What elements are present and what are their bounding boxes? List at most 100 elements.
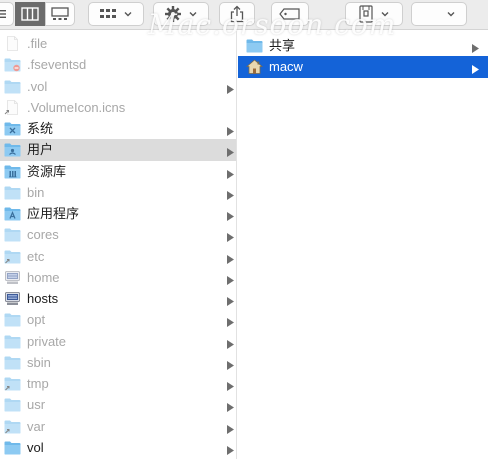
list-item-label: .fseventsd bbox=[27, 57, 87, 73]
group-menu-button[interactable] bbox=[88, 2, 144, 26]
disclosure-arrow-icon bbox=[227, 82, 234, 94]
home-icon bbox=[245, 59, 264, 75]
archive-icon bbox=[359, 5, 373, 23]
browser-column-root[interactable]: .file .fseventsd .vol .VolumeIcon.icns 系统用户资… bbox=[0, 31, 237, 459]
list-item[interactable]: tmp bbox=[0, 373, 236, 394]
alias-folder-icon bbox=[4, 249, 21, 264]
browser-column-users[interactable]: 共享 macw bbox=[238, 31, 488, 459]
list-item-label: var bbox=[27, 418, 46, 434]
network-drive-icon bbox=[4, 291, 21, 306]
list-item-label: usr bbox=[27, 397, 46, 413]
list-item-label: 资源库 bbox=[27, 163, 67, 179]
list-item-label: vol bbox=[27, 439, 44, 455]
list-item[interactable]: 系统 bbox=[0, 118, 236, 139]
grid-icon bbox=[100, 9, 116, 18]
list-item-label: private bbox=[27, 333, 67, 349]
list-item-label: macw bbox=[269, 59, 303, 75]
list-item-label: 应用程序 bbox=[27, 206, 80, 221]
action-menu-button[interactable] bbox=[153, 2, 209, 26]
list-item-label: etc bbox=[27, 248, 45, 264]
encrypt-menu-button[interactable] bbox=[345, 2, 403, 26]
folder-icon bbox=[4, 185, 21, 200]
applications-folder-icon bbox=[4, 206, 21, 221]
disclosure-arrow-icon bbox=[227, 422, 234, 434]
tag-button[interactable] bbox=[271, 2, 309, 26]
list-item[interactable]: vol bbox=[0, 437, 236, 458]
list-item-label: cores bbox=[27, 227, 59, 243]
list-item-label: hosts bbox=[27, 291, 59, 306]
column-view-icon bbox=[21, 7, 39, 21]
tag-icon bbox=[279, 8, 300, 20]
library-folder-icon bbox=[4, 164, 21, 179]
gallery-view-button[interactable] bbox=[45, 2, 75, 26]
list-item[interactable]: cores bbox=[0, 224, 236, 245]
list-item-label: home bbox=[27, 269, 60, 285]
disclosure-arrow-icon bbox=[227, 124, 234, 136]
disclosure-arrow-icon bbox=[227, 252, 234, 264]
list-item[interactable]: macw bbox=[238, 56, 488, 78]
chevron-down-icon bbox=[381, 12, 389, 17]
alias-folder-icon bbox=[4, 376, 21, 391]
alias-document-icon bbox=[4, 99, 21, 115]
disclosure-arrow-icon bbox=[227, 379, 234, 391]
disclosure-arrow-icon bbox=[227, 337, 234, 349]
disclosure-arrow-icon bbox=[227, 294, 234, 306]
list-item-label: .file bbox=[27, 36, 48, 51]
list-item[interactable]: .fseventsd bbox=[0, 54, 236, 75]
list-item[interactable]: .vol bbox=[0, 76, 236, 97]
chevron-down-icon bbox=[124, 12, 132, 17]
disclosure-arrow-icon bbox=[227, 443, 234, 455]
list-item-label: 系统 bbox=[27, 121, 54, 136]
disclosure-arrow-icon bbox=[227, 358, 234, 370]
alias-folder-icon bbox=[4, 419, 21, 434]
disclosure-arrow-icon bbox=[227, 209, 234, 221]
share-button[interactable] bbox=[219, 2, 255, 26]
list-item-label: 共享 bbox=[269, 38, 296, 53]
list-item[interactable]: usr bbox=[0, 394, 236, 415]
list-item-label: tmp bbox=[27, 376, 49, 391]
finder-toolbar: Mac.orsoon.com bbox=[0, 0, 488, 41]
list-item-label: 用户 bbox=[27, 142, 54, 158]
list-item[interactable]: sbin bbox=[0, 352, 236, 373]
disclosure-arrow-icon bbox=[227, 230, 234, 243]
list-item[interactable]: .VolumeIcon.icns bbox=[0, 97, 236, 118]
disclosure-arrow-icon bbox=[227, 188, 234, 200]
folder-icon bbox=[4, 355, 21, 370]
network-drive-icon bbox=[4, 270, 21, 285]
list-item[interactable]: etc bbox=[0, 246, 236, 267]
folder-icon bbox=[4, 312, 21, 327]
chevron-down-icon bbox=[189, 12, 197, 17]
list-item[interactable]: 用户 bbox=[0, 139, 236, 161]
disclosure-arrow-icon bbox=[472, 41, 479, 53]
folder-icon bbox=[246, 38, 263, 53]
list-item[interactable]: hosts bbox=[0, 288, 236, 309]
list-item[interactable]: private bbox=[0, 331, 236, 352]
share-icon bbox=[230, 5, 244, 23]
system-folder-icon bbox=[4, 121, 21, 136]
disclosure-arrow-icon bbox=[227, 145, 234, 158]
extra-menu-button[interactable] bbox=[411, 2, 467, 26]
folder-icon bbox=[4, 334, 21, 349]
disclosure-arrow-icon bbox=[227, 315, 234, 328]
list-item[interactable]: home bbox=[0, 267, 236, 288]
list-item[interactable]: 共享 bbox=[238, 35, 488, 56]
list-item[interactable]: opt bbox=[0, 309, 236, 330]
list-item[interactable]: bin bbox=[0, 182, 236, 203]
list-item[interactable]: 应用程序 bbox=[0, 203, 236, 224]
list-item-label: bin bbox=[27, 184, 45, 200]
list-item[interactable]: 资源库 bbox=[0, 161, 236, 182]
gear-icon bbox=[165, 6, 181, 22]
column-view-button[interactable] bbox=[15, 2, 45, 26]
list-item[interactable]: .file bbox=[0, 33, 236, 54]
disclosure-arrow-icon bbox=[227, 400, 234, 413]
chevron-down-icon bbox=[447, 12, 455, 17]
disclosure-arrow-icon bbox=[227, 273, 234, 285]
list-view-button[interactable] bbox=[0, 2, 14, 26]
list-item[interactable]: var bbox=[0, 416, 236, 437]
folder-icon bbox=[4, 79, 21, 94]
gallery-view-icon bbox=[51, 7, 69, 20]
list-item-label: opt bbox=[27, 312, 46, 328]
folder-icon bbox=[4, 440, 21, 455]
restricted-folder-icon bbox=[4, 57, 21, 72]
folder-icon bbox=[4, 227, 21, 242]
